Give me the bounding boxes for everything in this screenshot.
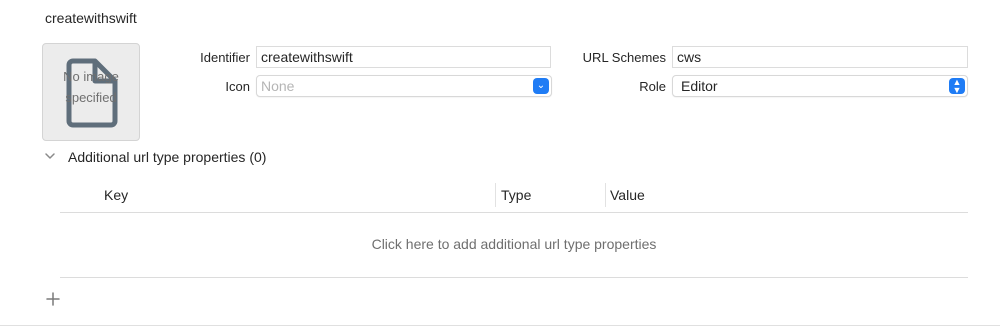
url-schemes-field[interactable]: cws (672, 46, 968, 68)
section-title: createwithswift (45, 10, 137, 26)
identifier-label: Identifier (200, 50, 250, 65)
identifier-field[interactable]: createwithswift (256, 46, 551, 68)
column-header-value[interactable]: Value (610, 187, 645, 203)
empty-table-hint[interactable]: Click here to add additional url type pr… (60, 236, 968, 252)
role-popup[interactable]: Editor ▲ ▼ (672, 75, 968, 97)
additional-properties-title[interactable]: Additional url type properties (0) (68, 149, 266, 165)
role-popup-value: Editor (681, 78, 718, 94)
column-separator[interactable] (605, 183, 606, 207)
role-label: Role (639, 79, 666, 94)
column-header-type[interactable]: Type (501, 187, 531, 203)
chevron-updown-icon[interactable]: ▲ ▼ (949, 78, 965, 95)
icon-popup[interactable]: None ⌄ (256, 75, 552, 97)
table-header-divider (60, 212, 968, 213)
bottom-divider (0, 325, 1000, 326)
disclosure-chevron-icon[interactable] (43, 149, 57, 163)
column-separator[interactable] (495, 183, 496, 207)
icon-label: Icon (225, 79, 250, 94)
url-schemes-label: URL Schemes (582, 50, 666, 65)
column-header-key[interactable]: Key (104, 187, 128, 203)
no-image-label: No image specified (63, 69, 119, 105)
table-bottom-divider (60, 277, 968, 278)
icon-popup-value: None (261, 78, 295, 94)
add-icon[interactable] (44, 290, 62, 308)
chevron-down-icon[interactable]: ⌄ (533, 78, 549, 94)
icon-image-well[interactable]: No image specified (42, 43, 140, 141)
